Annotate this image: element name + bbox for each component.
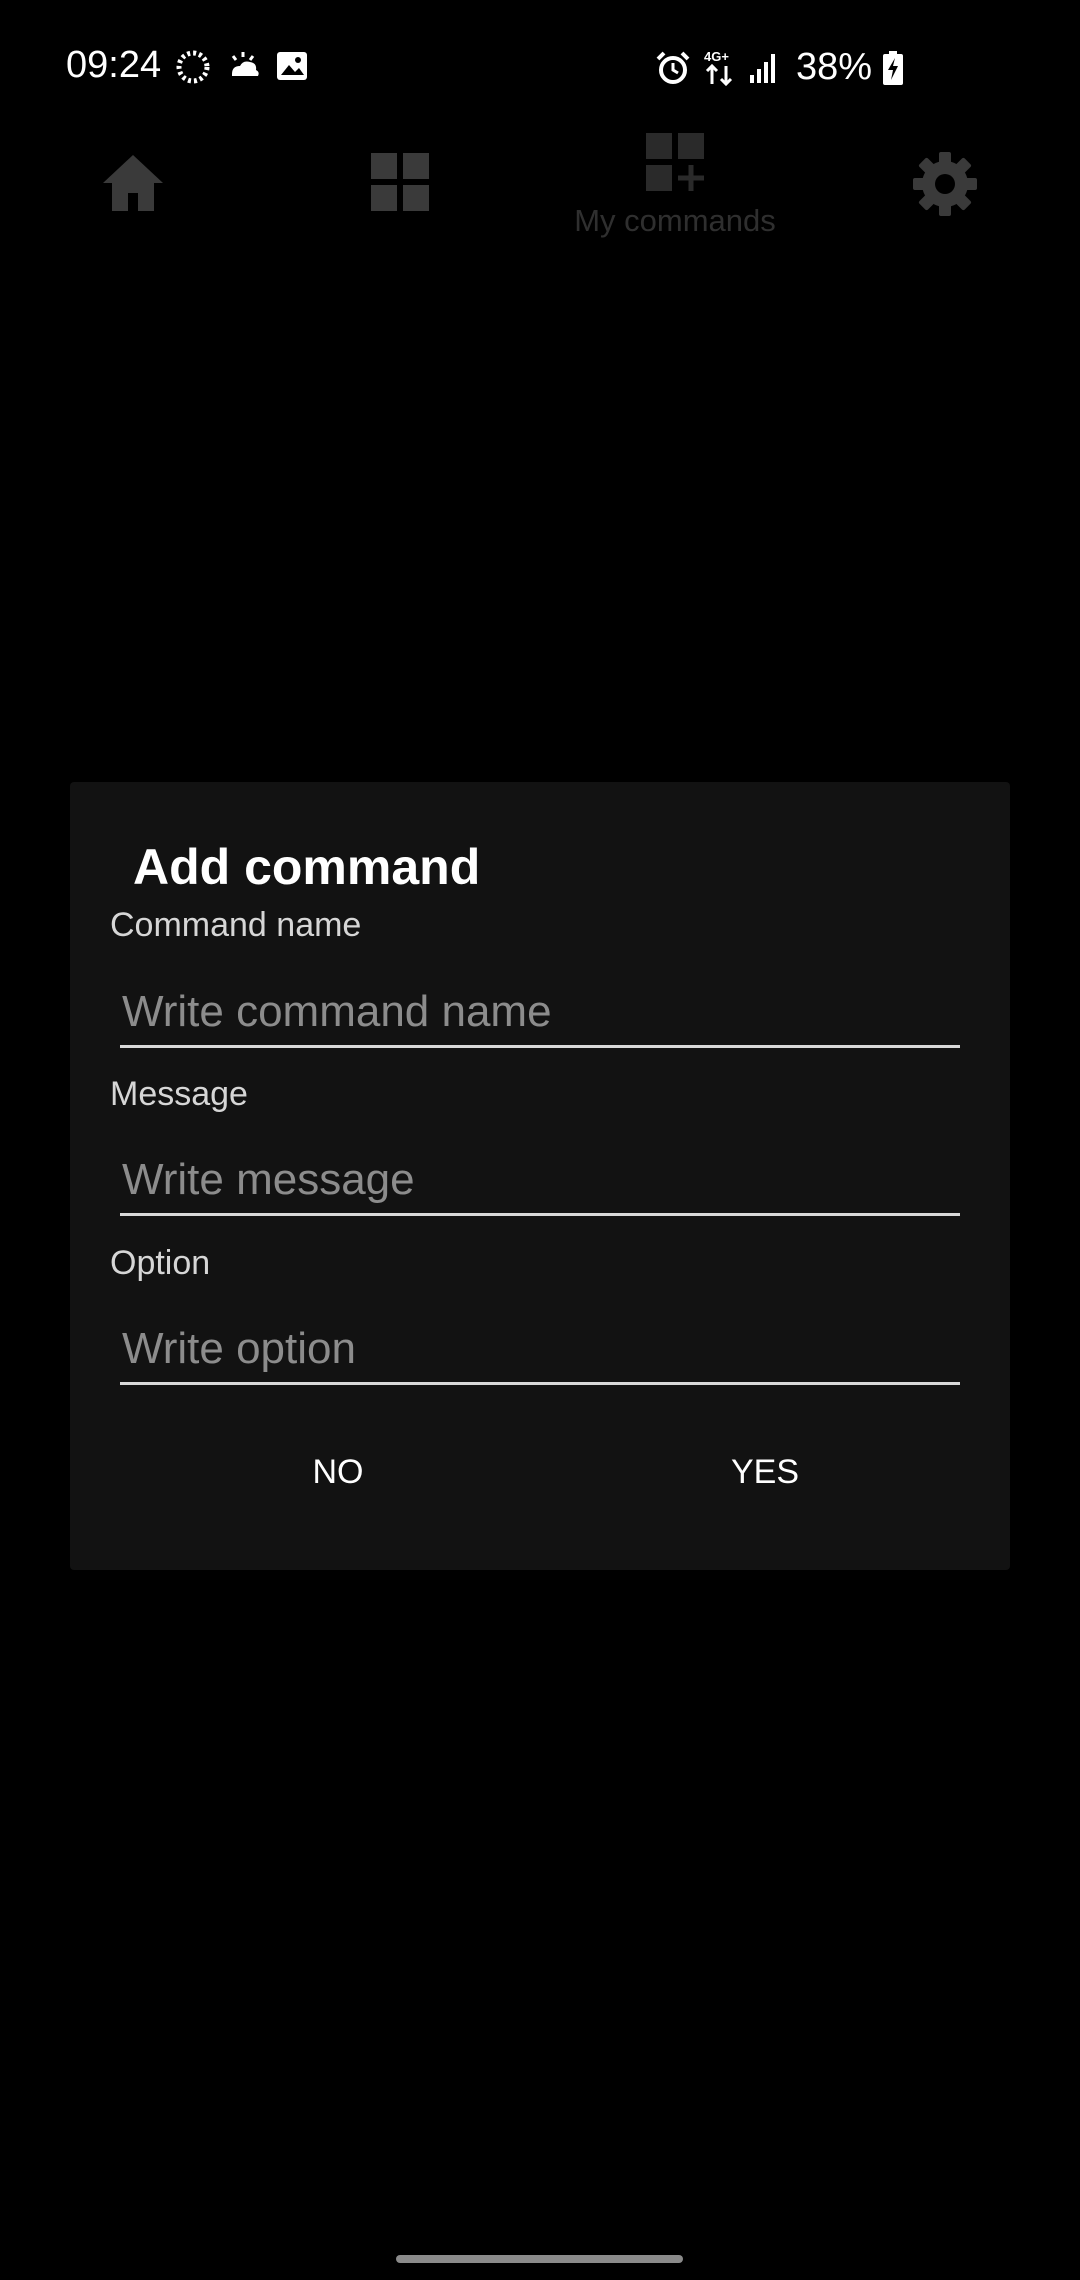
nav-item-settings[interactable] [845, 125, 1045, 265]
status-bar: 09:24 4G+ 38% [0, 0, 1080, 120]
yes-button[interactable]: YES [675, 1432, 855, 1512]
data-arrows-icon: 4G+ [702, 48, 738, 88]
status-time: 09:24 [66, 44, 162, 86]
add-command-dialog: Add command Command name Message Option … [70, 782, 1010, 1570]
message-label: Message [110, 1075, 248, 1113]
weather-icon [224, 48, 262, 86]
home-icon [103, 155, 163, 211]
grid-icon [371, 153, 429, 211]
status-system-icons: 4G+ 38% [654, 46, 904, 89]
signal-icon [748, 51, 780, 85]
status-notification-icons [174, 48, 310, 86]
alarm-icon [654, 49, 692, 87]
image-icon [274, 48, 310, 86]
loading-ring-icon [174, 48, 212, 86]
network-type: 4G+ [704, 49, 729, 64]
gesture-navigation-bar[interactable] [396, 2255, 683, 2263]
battery-charging-icon [882, 50, 904, 86]
command-name-label: Command name [110, 906, 362, 944]
nav-item-home[interactable] [33, 125, 233, 265]
top-navigation: My commands [0, 125, 1080, 265]
nav-label-my-commands: My commands [574, 203, 776, 238]
dialog-title: Add command [133, 839, 481, 895]
battery-percentage: 38% [795, 46, 872, 88]
grid-add-icon [646, 133, 704, 191]
option-input[interactable] [120, 1315, 960, 1385]
nav-item-apps[interactable] [300, 125, 500, 265]
message-input[interactable] [120, 1146, 960, 1216]
no-button[interactable]: NO [248, 1432, 428, 1512]
screen: 09:24 4G+ 38% My commands Add command Co… [0, 0, 1080, 2280]
nav-item-my-commands[interactable]: My commands [574, 125, 776, 265]
command-name-input[interactable] [120, 978, 960, 1048]
gear-icon [913, 152, 977, 216]
option-label: Option [110, 1244, 211, 1282]
